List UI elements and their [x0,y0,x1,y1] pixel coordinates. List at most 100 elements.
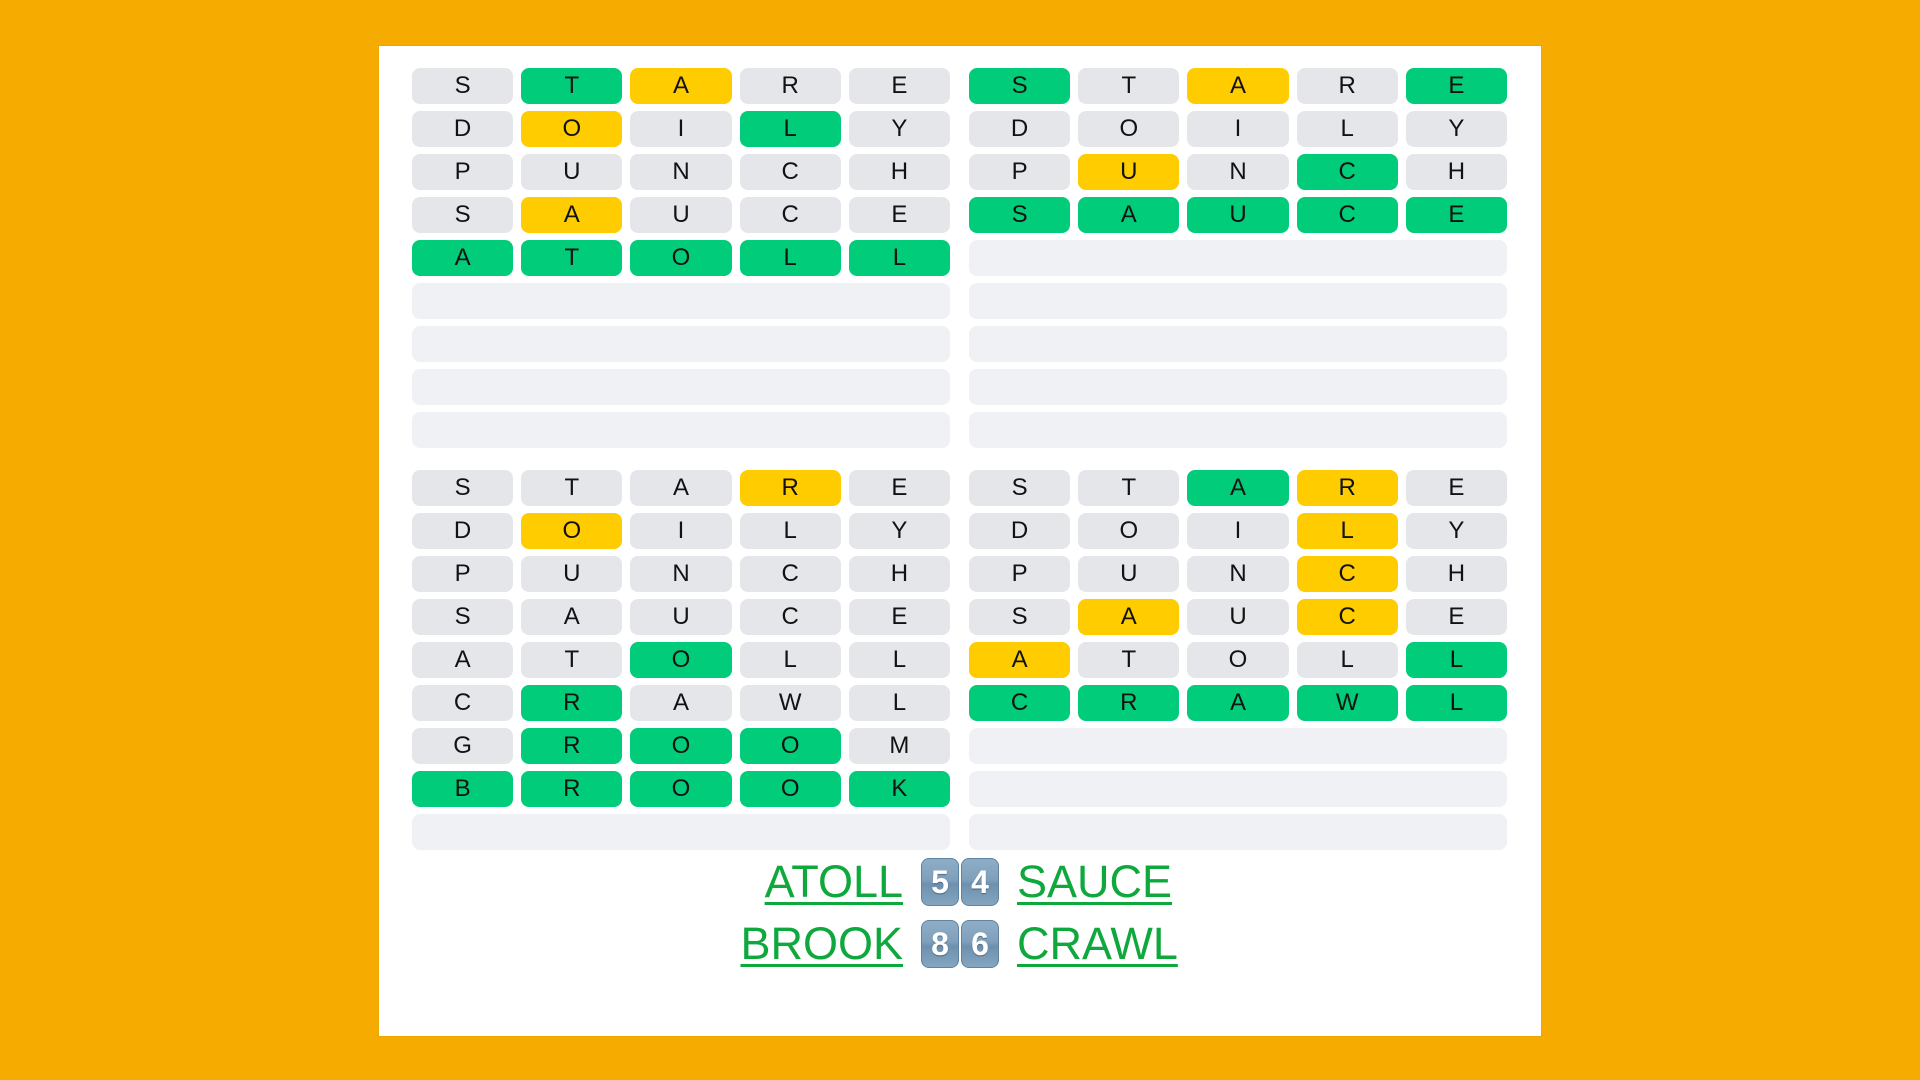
letter-tile: U [521,556,623,592]
answer-number-group: 5 4 [921,858,999,906]
quordle-result-card: STAREDOILYPUNCHSAUCEATOLL STAREDOILYPUNC… [379,46,1541,1036]
letter-tile: O [521,111,623,147]
letter-tile: G [412,728,514,764]
letter-tile: R [521,685,623,721]
letter-tile: N [630,556,732,592]
letter-tile: O [630,728,732,764]
letter-tile: Y [848,513,951,549]
answer-word-brook[interactable]: BROOK [693,918,903,970]
empty-guess-row [412,814,950,850]
letter-tile: E [1405,197,1508,233]
boards-row-bottom: STAREDOILYPUNCHSAUCEATOLLCRAWLGROOMBROOK… [412,470,1508,850]
guess-row: SAUCE [969,599,1508,635]
answer-number-left: 8 [921,920,959,968]
letter-tile: N [1187,154,1289,190]
empty-guess-row [969,369,1507,405]
letter-tile: S [969,470,1071,506]
letter-tile: S [412,470,514,506]
guess-row: ATOLL [412,642,951,678]
letter-tile: A [630,685,732,721]
empty-guess-row [969,326,1507,362]
letter-tile: E [1405,470,1508,506]
empty-guess-row [969,771,1507,807]
letter-tile: L [848,642,951,678]
guess-row: DOILY [412,111,951,147]
letter-tile: S [412,68,514,104]
letter-tile: P [969,154,1071,190]
letter-tile: U [630,197,732,233]
guess-row: STARE [969,68,1508,104]
answer-line: BROOK 8 6 CRAWL [693,918,1227,970]
guess-row: STARE [412,470,951,506]
letter-tile: U [1078,556,1180,592]
letter-tile: O [739,771,841,807]
letter-tile: H [848,154,951,190]
empty-guess-row [969,240,1507,276]
answer-word-atoll[interactable]: ATOLL [693,856,903,908]
letter-tile: E [1405,68,1508,104]
letter-tile: T [1078,470,1180,506]
letter-tile: P [412,556,514,592]
letter-tile: I [630,513,732,549]
letter-tile: C [739,197,841,233]
letter-tile: T [1078,642,1180,678]
letter-tile: L [848,240,951,276]
guess-row: SAUCE [412,599,951,635]
letter-tile: L [848,685,951,721]
answer-word-sauce[interactable]: SAUCE [1017,856,1227,908]
letter-tile: I [1187,513,1289,549]
boards-row-top: STAREDOILYPUNCHSAUCEATOLL STAREDOILYPUNC… [412,68,1508,448]
letter-tile: K [848,771,951,807]
letter-tile: A [1187,68,1289,104]
letter-tile: L [1296,513,1398,549]
letter-tile: R [1296,470,1398,506]
guess-row: DOILY [969,111,1508,147]
empty-guess-row [969,814,1507,850]
letter-tile: C [739,154,841,190]
guess-row: PUNCH [412,154,951,190]
letter-tile: W [739,685,841,721]
letter-tile: U [521,154,623,190]
letter-tile: A [412,642,514,678]
letter-tile: A [630,68,732,104]
letter-tile: E [848,68,951,104]
answer-word-crawl[interactable]: CRAWL [1017,918,1227,970]
letter-tile: O [630,642,732,678]
letter-tile: S [412,197,514,233]
boards-container: STAREDOILYPUNCHSAUCEATOLL STAREDOILYPUNC… [412,68,1508,850]
letter-tile: L [739,240,841,276]
letter-tile: S [969,599,1071,635]
letter-tile: H [1405,556,1508,592]
guess-row: ATOLL [969,642,1508,678]
empty-guess-row [412,369,950,405]
letter-tile: C [969,685,1071,721]
letter-tile: D [412,513,514,549]
letter-tile: H [848,556,951,592]
letter-tile: L [1296,642,1398,678]
letter-tile: R [521,771,623,807]
letter-tile: L [739,642,841,678]
letter-tile: S [412,599,514,635]
letter-tile: R [1078,685,1180,721]
guess-row: GROOM [412,728,951,764]
letter-tile: D [969,513,1071,549]
letter-tile: Y [848,111,951,147]
letter-tile: A [1187,470,1289,506]
board-bottom-left: STAREDOILYPUNCHSAUCEATOLLCRAWLGROOMBROOK [412,470,951,850]
letter-tile: M [848,728,951,764]
letter-tile: T [521,642,623,678]
letter-tile: B [412,771,514,807]
guess-row: PUNCH [412,556,951,592]
letter-tile: H [1405,154,1508,190]
letter-tile: C [1296,154,1398,190]
letter-tile: C [739,599,841,635]
letter-tile: L [739,513,841,549]
letter-tile: E [848,599,951,635]
letter-tile: E [848,470,951,506]
letter-tile: C [1296,556,1398,592]
letter-tile: T [521,68,623,104]
letter-tile: U [630,599,732,635]
answer-number-right: 4 [961,858,999,906]
letter-tile: A [630,470,732,506]
board-top-left: STAREDOILYPUNCHSAUCEATOLL [412,68,951,448]
